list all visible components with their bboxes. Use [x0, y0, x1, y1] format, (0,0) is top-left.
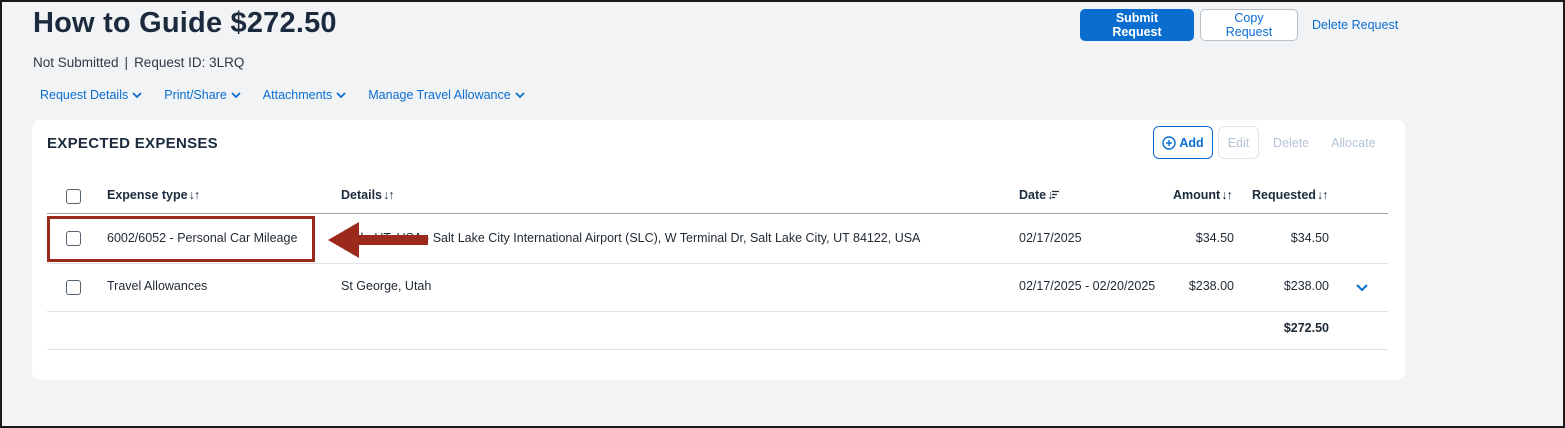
- row-divider: [47, 263, 1388, 264]
- menu-manage-travel-allowance[interactable]: Manage Travel Allowance: [368, 88, 525, 102]
- add-expense-button[interactable]: Add: [1153, 126, 1213, 159]
- row-details: St George, Utah: [341, 279, 432, 293]
- request-id: Request ID: 3LRQ: [134, 55, 245, 70]
- chevron-down-icon: [336, 92, 346, 99]
- row-date: 02/17/2025: [1019, 231, 1082, 245]
- request-menu-bar: Request Details Print/Share Attachments …: [40, 88, 547, 102]
- row-divider: [47, 349, 1388, 350]
- request-status: Not Submitted: [33, 55, 119, 70]
- page-title: How to Guide $272.50: [33, 7, 337, 39]
- chevron-down-icon: [231, 92, 241, 99]
- sort-icon: ↓↑: [1316, 188, 1328, 202]
- chevron-down-icon: [515, 92, 525, 99]
- chevron-down-icon[interactable]: [1355, 280, 1369, 294]
- edit-expense-button[interactable]: Edit: [1218, 126, 1259, 159]
- column-label: Date: [1019, 188, 1047, 202]
- expense-actions: Add Edit Delete Allocate: [1153, 126, 1376, 159]
- menu-request-details[interactable]: Request Details: [40, 88, 143, 102]
- request-status-line: Not Submitted | Request ID: 3LRQ: [33, 55, 244, 70]
- row-requested: $34.50: [1290, 231, 1329, 245]
- sort-icon: ↓↑: [383, 188, 394, 202]
- sort-lines-icon: [1052, 190, 1060, 199]
- chevron-down-icon: [132, 92, 142, 99]
- column-amount[interactable]: Amount↓↑: [1173, 188, 1233, 202]
- header-divider: [47, 213, 1388, 214]
- row-checkbox[interactable]: [66, 231, 81, 246]
- column-label: Requested: [1252, 188, 1316, 202]
- column-label: Expense type: [107, 188, 188, 202]
- row-expense-type[interactable]: Travel Allowances: [107, 279, 207, 293]
- column-date[interactable]: Date↓: [1019, 188, 1060, 202]
- menu-label: Attachments: [262, 88, 333, 102]
- sort-icon: ↓↑: [1221, 188, 1232, 202]
- expected-expenses-title: EXPECTED EXPENSES: [47, 135, 218, 152]
- menu-label: Print/Share: [164, 88, 227, 102]
- menu-attachments[interactable]: Attachments: [263, 88, 347, 102]
- annotation-arrow-icon: [328, 222, 428, 258]
- select-all-checkbox[interactable]: [66, 189, 81, 204]
- menu-label: Request Details: [40, 88, 129, 102]
- column-expense-type[interactable]: Expense type↓↑: [107, 188, 200, 202]
- column-requested[interactable]: Requested↓↑: [1252, 188, 1328, 202]
- menu-print-share[interactable]: Print/Share: [164, 88, 242, 102]
- row-amount: $238.00: [1188, 279, 1234, 293]
- row-date: 02/17/2025 - 02/20/2025: [1019, 279, 1156, 293]
- expected-expenses-card: EXPECTED EXPENSES Add Edit Delete Alloca…: [32, 120, 1405, 380]
- delete-request-button[interactable]: Delete Request: [1302, 9, 1408, 41]
- row-divider: [47, 311, 1388, 312]
- add-label: Add: [1179, 135, 1204, 150]
- row-expense-type[interactable]: 6002/6052 - Personal Car Mileage: [107, 231, 297, 245]
- delete-expense-button[interactable]: Delete: [1273, 136, 1309, 150]
- header-actions: Submit Request Copy Request Delete Reque…: [1080, 9, 1408, 41]
- total-amount: $272.50: [1283, 321, 1329, 335]
- copy-request-button[interactable]: Copy Request: [1200, 9, 1298, 41]
- allocate-expense-button[interactable]: Allocate: [1331, 136, 1375, 150]
- status-separator: |: [124, 55, 129, 70]
- row-checkbox[interactable]: [66, 280, 81, 295]
- row-details: Utah, UT, USA - Salt Lake City Internati…: [341, 231, 921, 245]
- column-label: Amount: [1173, 188, 1221, 202]
- sort-icon: ↓↑: [188, 188, 200, 202]
- menu-label: Manage Travel Allowance: [368, 88, 511, 102]
- column-label: Details: [341, 188, 382, 202]
- row-amount: $34.50: [1195, 231, 1234, 245]
- plus-circle-icon: [1162, 135, 1177, 150]
- column-details[interactable]: Details↓↑: [341, 188, 394, 202]
- row-requested: $238.00: [1283, 279, 1329, 293]
- submit-request-button[interactable]: Submit Request: [1080, 9, 1194, 41]
